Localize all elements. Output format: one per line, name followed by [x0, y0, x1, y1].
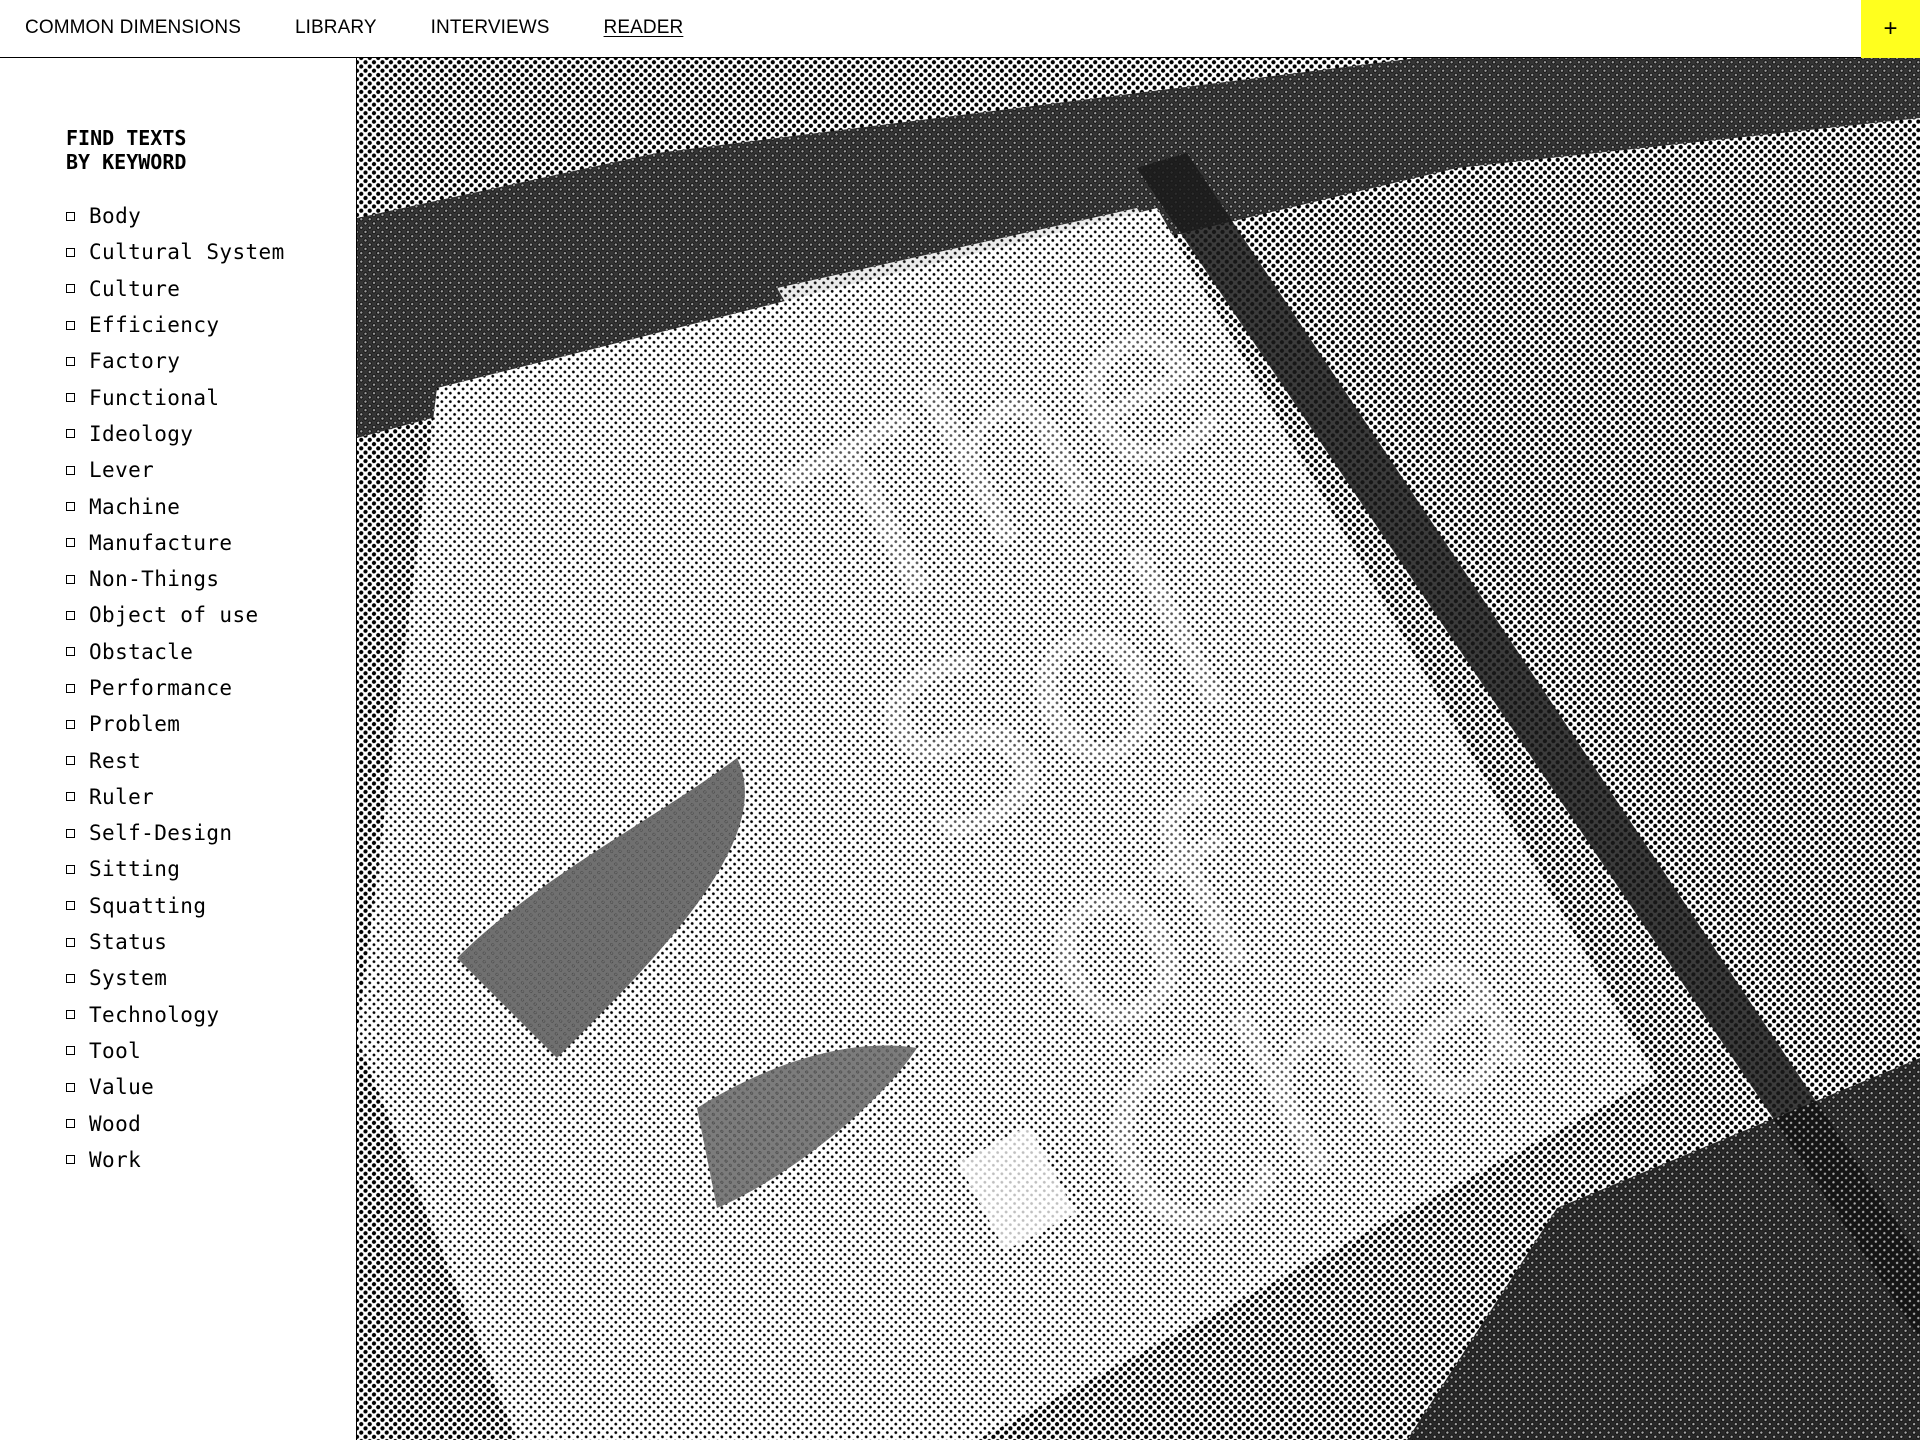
keyword-item[interactable]: Lever [66, 452, 285, 488]
checkbox-icon[interactable] [66, 1010, 75, 1020]
checkbox-icon[interactable] [66, 356, 75, 366]
keyword-label: Ideology [89, 421, 194, 446]
keyword-item[interactable]: Wood [66, 1105, 285, 1141]
keyword-label: Value [89, 1075, 155, 1100]
keyword-label: Functional [89, 385, 220, 410]
keyword-item[interactable]: Manufacture [66, 525, 285, 561]
keyword-item[interactable]: Value [66, 1069, 285, 1105]
checkbox-icon[interactable] [66, 393, 75, 403]
keyword-label: Sitting [89, 857, 181, 882]
checkbox-icon[interactable] [66, 574, 75, 584]
keyword-item[interactable]: Non-Things [66, 561, 285, 597]
keyword-item[interactable]: System [66, 960, 285, 996]
keyword-label: Culture [89, 276, 181, 301]
checkbox-icon[interactable] [66, 864, 75, 874]
checkbox-icon[interactable] [66, 1082, 75, 1092]
keyword-item[interactable]: Work [66, 1142, 285, 1178]
keyword-label: System [89, 966, 168, 991]
keyword-label: Squatting [89, 893, 207, 918]
keyword-item[interactable]: Squatting [66, 888, 285, 924]
keyword-label: Ruler [89, 784, 155, 809]
checkbox-icon[interactable] [66, 973, 75, 983]
keyword-label: Lever [89, 458, 155, 483]
halftone-photo-icon: The Sol of Cha [357, 58, 1920, 1440]
main-nav: COMMON DIMENSIONS LIBRARY INTERVIEWS REA… [25, 16, 737, 40]
checkbox-icon[interactable] [66, 320, 75, 330]
nav-link-interviews[interactable]: INTERVIEWS [431, 16, 550, 40]
checkbox-icon[interactable] [66, 683, 75, 693]
keyword-item[interactable]: Factory [66, 343, 285, 379]
keyword-label: Self-Design [89, 821, 233, 846]
checkbox-icon[interactable] [66, 756, 75, 766]
checkbox-icon[interactable] [66, 647, 75, 657]
checkbox-icon[interactable] [66, 502, 75, 512]
nav-link-reader[interactable]: READER [604, 16, 684, 40]
keyword-label: Problem [89, 712, 181, 737]
keyword-item[interactable]: Tool [66, 1033, 285, 1069]
keyword-item[interactable]: Performance [66, 670, 285, 706]
checkbox-icon[interactable] [66, 937, 75, 947]
keyword-label: Performance [89, 676, 233, 700]
keyword-label: Rest [89, 748, 142, 773]
keyword-label: Non-Things [89, 567, 220, 592]
hero-image: The Sol of Cha [357, 58, 1920, 1440]
keyword-item[interactable]: Self-Design [66, 815, 285, 851]
keyword-label: Work [89, 1147, 142, 1172]
checkbox-icon[interactable] [66, 610, 75, 620]
keyword-label: Wood [89, 1111, 142, 1136]
keyword-item[interactable]: Ideology [66, 416, 285, 452]
keyword-item[interactable]: Machine [66, 488, 285, 524]
keyword-label: Factory [89, 349, 181, 374]
nav-link-common-dimensions[interactable]: COMMON DIMENSIONS [25, 16, 241, 40]
keyword-item[interactable]: Rest [66, 742, 285, 778]
keyword-label: Technology [89, 1002, 220, 1027]
keyword-item[interactable]: Culture [66, 271, 285, 307]
keyword-label: Body [89, 204, 142, 229]
keyword-item[interactable]: Ruler [66, 779, 285, 815]
keyword-item[interactable]: Body [66, 198, 285, 234]
checkbox-icon[interactable] [66, 247, 75, 257]
keyword-label: Obstacle [89, 639, 194, 664]
keyword-item[interactable]: Obstacle [66, 634, 285, 670]
checkbox-icon[interactable] [66, 1119, 75, 1129]
checkbox-icon[interactable] [66, 1046, 75, 1056]
checkbox-icon[interactable] [66, 465, 75, 475]
keyword-item[interactable]: Status [66, 924, 285, 960]
keyword-list: Body Cultural System Culture Efficiency Fact… [66, 198, 285, 1178]
nav-link-library[interactable]: LIBRARY [295, 16, 377, 40]
keyword-heading: FIND TEXTS BY KEYWORD [66, 126, 187, 174]
keyword-label: Tool [89, 1038, 142, 1063]
keyword-sidebar: FIND TEXTS BY KEYWORD Body Cultural Syste… [0, 58, 357, 1440]
keyword-item[interactable]: Sitting [66, 851, 285, 887]
keyword-item[interactable]: Functional [66, 379, 285, 415]
keyword-label: Cultural System [89, 240, 285, 265]
keyword-item[interactable]: Cultural System [66, 234, 285, 270]
keyword-item[interactable]: Object of use [66, 597, 285, 633]
plus-button[interactable]: + [1861, 0, 1920, 58]
checkbox-icon[interactable] [66, 792, 75, 802]
checkbox-icon[interactable] [66, 719, 75, 729]
keyword-item[interactable]: Problem [66, 706, 285, 742]
keyword-label: Machine [89, 494, 181, 519]
keyword-label: Manufacture [89, 530, 233, 555]
keyword-label: Status [89, 930, 168, 955]
top-navigation-bar: COMMON DIMENSIONS LIBRARY INTERVIEWS REA… [0, 0, 1920, 58]
checkbox-icon[interactable] [66, 211, 75, 221]
checkbox-icon[interactable] [66, 429, 75, 439]
checkbox-icon[interactable] [66, 538, 75, 548]
keyword-item[interactable]: Technology [66, 997, 285, 1033]
checkbox-icon[interactable] [66, 828, 75, 838]
checkbox-icon[interactable] [66, 901, 75, 911]
checkbox-icon[interactable] [66, 1155, 75, 1165]
keyword-item[interactable]: Efficiency [66, 307, 285, 343]
checkbox-icon[interactable] [66, 284, 75, 294]
keyword-label: Efficiency [89, 313, 220, 338]
keyword-label: Object of use [89, 603, 259, 628]
